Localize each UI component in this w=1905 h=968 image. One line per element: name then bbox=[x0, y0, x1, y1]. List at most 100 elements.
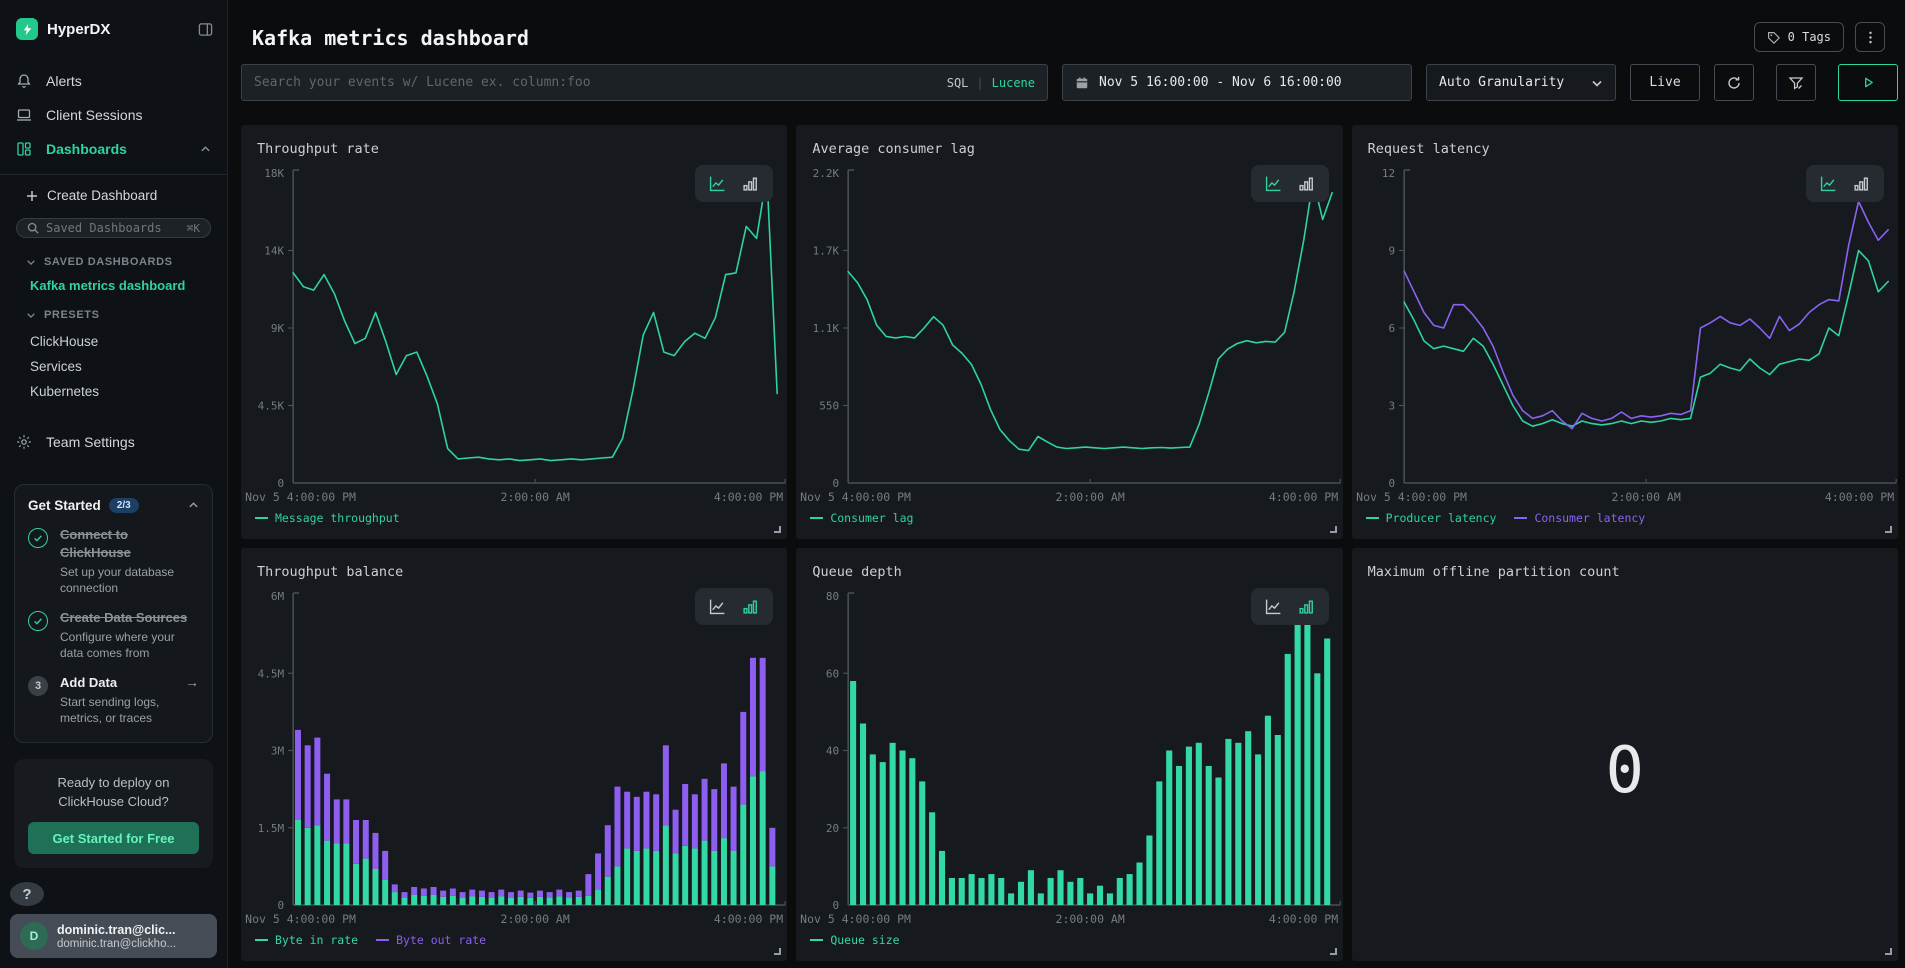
sidebar-item-team-settings[interactable]: Team Settings bbox=[0, 430, 227, 454]
line-chart-icon[interactable] bbox=[709, 175, 726, 192]
chevron-up-icon[interactable] bbox=[188, 500, 199, 511]
calendar-icon bbox=[1075, 76, 1089, 90]
panel-title: Request latency bbox=[1352, 125, 1898, 157]
chart-type-toolbar bbox=[695, 165, 773, 202]
svg-text:0: 0 bbox=[833, 899, 840, 912]
step-desc: Set up your database connection bbox=[60, 564, 188, 596]
brand-name: HyperDX bbox=[47, 21, 198, 38]
svg-text:6: 6 bbox=[1388, 322, 1395, 335]
get-started-free-button[interactable]: Get Started for Free bbox=[28, 822, 199, 854]
team-settings-label: Team Settings bbox=[46, 434, 135, 450]
more-options-button[interactable] bbox=[1855, 22, 1885, 52]
check-circle-icon bbox=[28, 528, 48, 548]
legend-swatch bbox=[810, 939, 823, 941]
bell-icon bbox=[16, 73, 33, 89]
sidebar-item-dashboards[interactable]: Dashboards bbox=[0, 132, 227, 166]
chart-plot[interactable]: 020406080Nov 5 4:00:00 PM2:00:00 AM4:00:… bbox=[796, 584, 1342, 931]
line-chart-icon[interactable] bbox=[1265, 175, 1282, 192]
date-range-picker[interactable]: Nov 5 16:00:00 - Nov 6 16:00:00 bbox=[1062, 64, 1412, 101]
resize-handle-icon[interactable] bbox=[1885, 526, 1892, 533]
granularity-value: Auto Granularity bbox=[1439, 75, 1564, 90]
panel-title: Average consumer lag bbox=[796, 125, 1342, 157]
chart-type-toolbar bbox=[1806, 165, 1884, 202]
event-search-input[interactable]: Search your events w/ Lucene ex. column:… bbox=[241, 64, 1048, 101]
get-started-step-connect[interactable]: Connect to ClickHouse Set up your databa… bbox=[28, 526, 199, 596]
live-button[interactable]: Live bbox=[1630, 64, 1700, 101]
resize-handle-icon[interactable] bbox=[774, 948, 781, 955]
svg-text:60: 60 bbox=[826, 667, 839, 680]
chart-plot[interactable]: 04.5K9K14K18KNov 5 4:00:00 PM2:00:00 AM4… bbox=[241, 161, 787, 509]
saved-dashboards-search-input[interactable]: Saved Dashboards ⌘K bbox=[16, 218, 211, 238]
panel-title: Throughput balance bbox=[241, 548, 787, 580]
date-range-value: Nov 5 16:00:00 - Nov 6 16:00:00 bbox=[1099, 75, 1342, 90]
bar-chart-icon[interactable] bbox=[1853, 175, 1870, 192]
chart-legend: Producer latency Consumer latency bbox=[1352, 509, 1898, 539]
legend-item[interactable]: Producer latency bbox=[1366, 511, 1497, 525]
svg-text:9: 9 bbox=[1388, 245, 1395, 258]
legend-item[interactable]: Queue size bbox=[810, 933, 899, 947]
legend-item[interactable]: Byte in rate bbox=[255, 933, 358, 947]
get-started-step-add-data[interactable]: 3 Add Data Start sending logs, metrics, … bbox=[28, 674, 199, 726]
presets-section-header[interactable]: PRESETS bbox=[26, 309, 211, 321]
svg-text:Nov 5 4:00:00 PM: Nov 5 4:00:00 PM bbox=[1356, 490, 1467, 504]
chart-plot[interactable]: 036912Nov 5 4:00:00 PM2:00:00 AM4:00:00 … bbox=[1352, 161, 1898, 509]
create-dashboard-label: Create Dashboard bbox=[47, 188, 157, 203]
resize-handle-icon[interactable] bbox=[1330, 526, 1337, 533]
granularity-select[interactable]: Auto Granularity bbox=[1426, 64, 1616, 101]
get-started-step-sources[interactable]: Create Data Sources Configure where your… bbox=[28, 609, 199, 661]
sidebar-item-label: Alerts bbox=[46, 73, 82, 89]
resize-handle-icon[interactable] bbox=[1885, 948, 1892, 955]
bar-chart-icon[interactable] bbox=[1298, 175, 1315, 192]
chevron-down-icon bbox=[26, 257, 36, 267]
chart-plot[interactable]: 01.5M3M4.5M6MNov 5 4:00:00 PM2:00:00 AM4… bbox=[241, 584, 787, 931]
bar-chart-icon[interactable] bbox=[1298, 598, 1315, 615]
resize-handle-icon[interactable] bbox=[774, 526, 781, 533]
chevron-up-icon bbox=[200, 144, 211, 155]
chart-plot[interactable]: 05501.1K1.7K2.2KNov 5 4:00:00 PM2:00:00 … bbox=[796, 161, 1342, 509]
toolbar: Search your events w/ Lucene ex. column:… bbox=[241, 64, 1898, 101]
section-label: SAVED DASHBOARDS bbox=[44, 256, 173, 268]
sidebar-item-kafka-metrics-dashboard[interactable]: Kafka metrics dashboard bbox=[30, 278, 211, 293]
tags-button[interactable]: 0 Tags bbox=[1754, 22, 1844, 52]
laptop-icon bbox=[16, 107, 33, 123]
sidebar-item-alerts[interactable]: Alerts bbox=[0, 64, 227, 98]
sidebar-nav: Alerts Client Sessions Dashboards bbox=[0, 64, 227, 166]
line-chart-icon[interactable] bbox=[709, 598, 726, 615]
line-chart-icon[interactable] bbox=[1820, 175, 1837, 192]
legend-item[interactable]: Consumer lag bbox=[810, 511, 913, 525]
resize-handle-icon[interactable] bbox=[1330, 948, 1337, 955]
saved-dashboards-section-header[interactable]: SAVED DASHBOARDS bbox=[26, 256, 211, 268]
get-started-card: Get Started 2/3 Connect to ClickHouse Se… bbox=[14, 484, 213, 743]
filter-button[interactable] bbox=[1776, 64, 1816, 101]
line-chart-icon[interactable] bbox=[1265, 598, 1282, 615]
legend-item[interactable]: Message throughput bbox=[255, 511, 400, 525]
run-query-button[interactable] bbox=[1838, 64, 1898, 101]
svg-text:20: 20 bbox=[826, 822, 839, 835]
sidebar-item-kubernetes[interactable]: Kubernetes bbox=[16, 379, 211, 404]
svg-text:0: 0 bbox=[278, 899, 285, 912]
svg-text:Nov 5 4:00:00 PM: Nov 5 4:00:00 PM bbox=[245, 490, 356, 504]
sql-toggle[interactable]: SQL bbox=[947, 76, 969, 90]
sidebar-item-client-sessions[interactable]: Client Sessions bbox=[0, 98, 227, 132]
refresh-button[interactable] bbox=[1714, 64, 1754, 101]
sidebar-collapse-icon[interactable] bbox=[198, 22, 213, 37]
create-dashboard-button[interactable]: Create Dashboard bbox=[0, 183, 227, 208]
bar-chart-icon[interactable] bbox=[742, 598, 759, 615]
sidebar: HyperDX Alerts Client Sessions bbox=[0, 0, 228, 968]
chart-type-toolbar bbox=[1251, 165, 1329, 202]
bar-chart-icon[interactable] bbox=[742, 175, 759, 192]
user-account-chip[interactable]: D dominic.tran@clic... dominic.tran@clic… bbox=[10, 914, 217, 958]
chart-legend: Consumer lag bbox=[796, 509, 1342, 539]
tags-label: 0 Tags bbox=[1788, 30, 1831, 44]
legend-item[interactable]: Consumer latency bbox=[1514, 511, 1645, 525]
section-label: PRESETS bbox=[44, 309, 100, 321]
sidebar-item-services[interactable]: Services bbox=[16, 354, 211, 379]
lucene-toggle[interactable]: Lucene bbox=[992, 76, 1035, 90]
svg-text:2:00:00 AM: 2:00:00 AM bbox=[501, 490, 570, 504]
step-number-badge: 3 bbox=[28, 676, 48, 696]
sidebar-item-clickhouse[interactable]: ClickHouse bbox=[16, 329, 211, 354]
help-button[interactable]: ? bbox=[10, 882, 44, 906]
panel-throughput-balance: Throughput balance 01.5M3M4.5M6MNov 5 4:… bbox=[241, 548, 787, 961]
chart-type-toolbar bbox=[695, 588, 773, 625]
legend-item[interactable]: Byte out rate bbox=[376, 933, 486, 947]
